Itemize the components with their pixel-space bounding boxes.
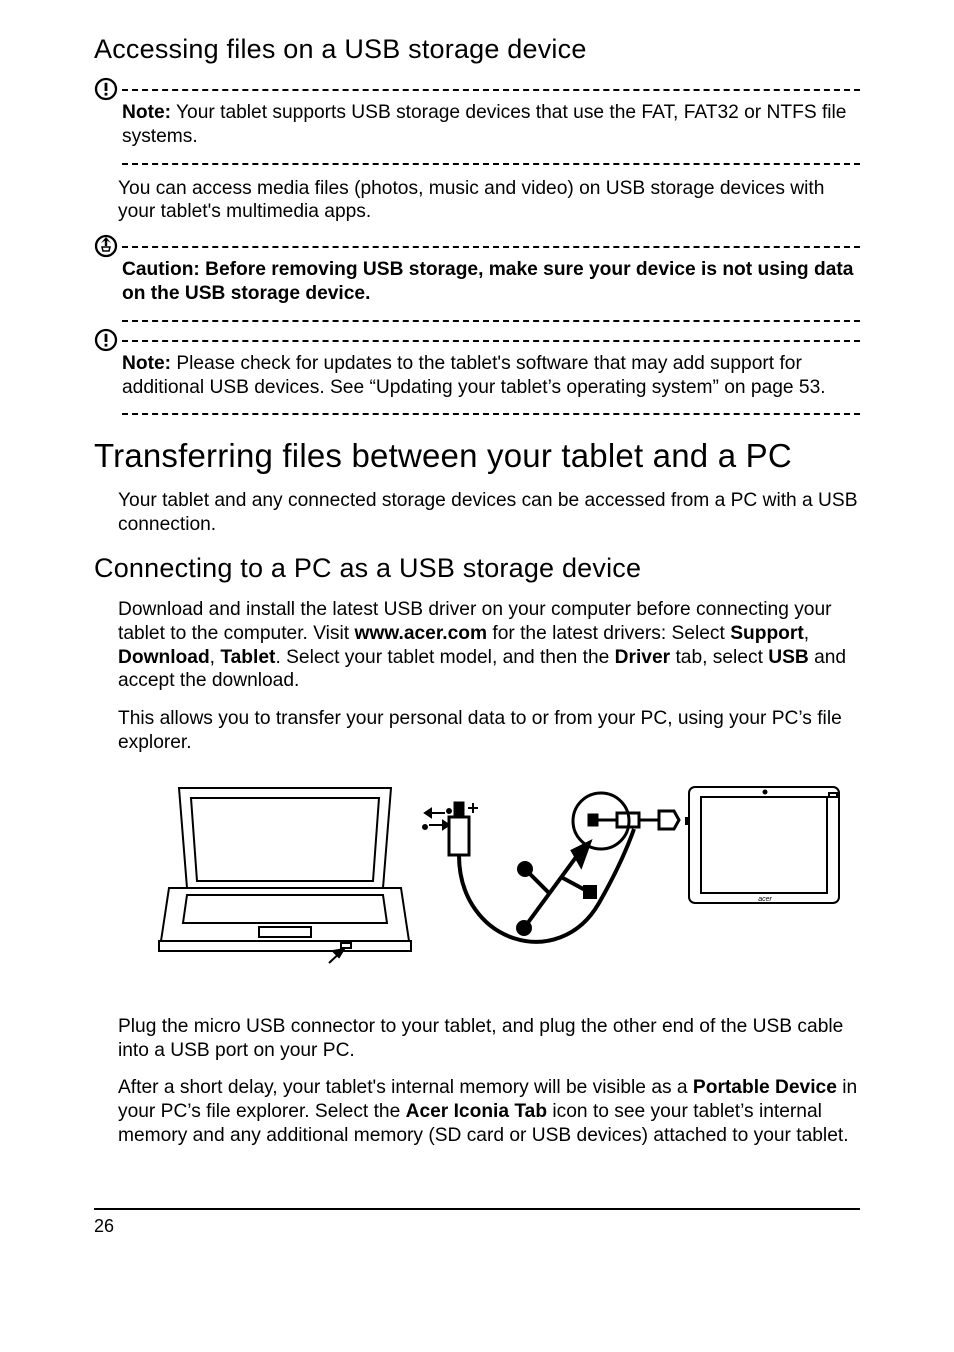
svg-text:acer: acer — [758, 896, 772, 903]
page-number: 26 — [94, 1210, 860, 1237]
caution-text: Caution: Before removing USB storage, ma… — [122, 259, 853, 304]
paragraph-transfer-intro: Your tablet and any connected storage de… — [94, 489, 860, 537]
figure-usb-connection: acer — [94, 773, 860, 993]
text-support: Support — [730, 623, 804, 644]
text: . Select your tablet model, and then the — [275, 647, 614, 668]
note-label: Note: — [122, 102, 171, 123]
paragraph-after-delay: After a short delay, your tablet's inter… — [94, 1076, 860, 1147]
note-text: Your tablet supports USB storage devices… — [122, 102, 846, 147]
note-label: Note: — [122, 353, 171, 374]
text: for the latest drivers: Select — [487, 623, 730, 644]
paragraph-transfer-data: This allows you to transfer your persona… — [94, 707, 860, 755]
note-fat-filesystems: Note: Your tablet supports USB storage d… — [94, 97, 860, 157]
text-portable-device: Portable Device — [693, 1077, 837, 1098]
caution-remove-usb: Caution: Before removing USB storage, ma… — [94, 254, 860, 314]
heading-connecting-pc: Connecting to a PC as a USB storage devi… — [94, 553, 860, 584]
paragraph-access: You can access media files (photos, musi… — [94, 177, 860, 225]
text-tablet: Tablet — [220, 647, 275, 668]
page-footer: 26 — [94, 1208, 860, 1237]
caution-divider-top — [94, 238, 860, 248]
note2-divider-top — [94, 332, 860, 342]
text: , — [804, 623, 809, 644]
note-divider-bottom — [122, 163, 860, 165]
paragraph-plug: Plug the micro USB connector to your tab… — [94, 1015, 860, 1063]
text-driver: Driver — [615, 647, 670, 668]
caution-divider-bottom — [122, 320, 860, 322]
note-divider-top — [94, 81, 860, 91]
heading-accessing-usb: Accessing files on a USB storage device — [94, 34, 860, 65]
text-usb: USB — [768, 647, 809, 668]
paragraph-download-driver: Download and install the latest USB driv… — [94, 598, 860, 693]
text-acer-iconia: Acer Iconia Tab — [406, 1101, 547, 1122]
text: , — [210, 647, 221, 668]
text: After a short delay, your tablet's inter… — [118, 1077, 693, 1098]
heading-transferring-files: Transferring files between your tablet a… — [94, 437, 860, 475]
text-url: www.acer.com — [354, 623, 487, 644]
note2-divider-bottom — [122, 413, 860, 415]
text-download: Download — [118, 647, 210, 668]
note-updates: Note: Please check for updates to the ta… — [94, 348, 860, 408]
note-text: Please check for updates to the tablet's… — [122, 353, 826, 398]
text: tab, select — [670, 647, 768, 668]
